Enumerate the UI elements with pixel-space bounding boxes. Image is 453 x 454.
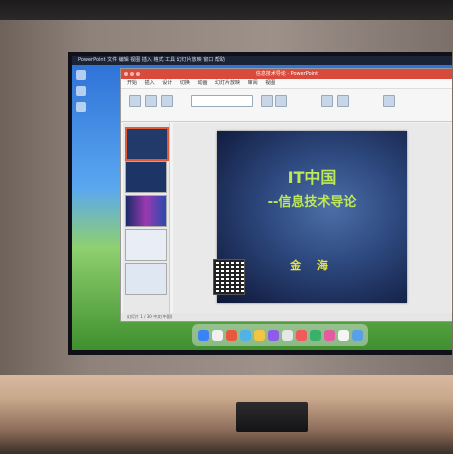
tab-slideshow[interactable]: 幻灯片放映 <box>215 80 240 86</box>
dock <box>192 324 368 346</box>
system-menubar: PowerPoint 文件 编辑 视图 插入 格式 工具 幻灯片放映 窗口 帮助 <box>72 56 452 65</box>
italic-icon[interactable] <box>275 95 287 107</box>
thumbnail-slide-4[interactable] <box>125 229 167 261</box>
powerpoint-window: 信息技术导论 · PowerPoint 开始 插入 设计 切换 动画 幻灯片放映… <box>120 68 452 322</box>
layout-icon[interactable] <box>161 95 173 107</box>
desktop: PowerPoint 文件 编辑 视图 插入 格式 工具 幻灯片放映 窗口 帮助… <box>72 56 452 350</box>
desktop-folder-icon[interactable] <box>76 70 86 80</box>
slide-editor: IT中国 --信息技术导论 金 海 <box>173 123 451 313</box>
window-title: 信息技术导论 · PowerPoint <box>255 71 319 77</box>
status-bar: 幻灯片 1 / 30 中文(中国) <box>121 313 452 321</box>
dock-app-icon[interactable] <box>309 329 321 341</box>
tab-insert[interactable]: 插入 <box>145 80 155 86</box>
tab-review[interactable]: 审阅 <box>248 80 258 86</box>
window-titlebar: 信息技术导论 · PowerPoint <box>121 69 452 79</box>
dock-app-icon[interactable] <box>211 329 223 341</box>
podium <box>236 402 308 432</box>
dock-app-icon[interactable] <box>253 329 265 341</box>
desktop-folder-icon[interactable] <box>76 102 86 112</box>
dock-app-icon[interactable] <box>337 329 349 341</box>
qr-code <box>213 259 245 295</box>
dock-app-icon[interactable] <box>225 329 237 341</box>
dock-app-icon[interactable] <box>281 329 293 341</box>
dock-app-icon[interactable] <box>267 329 279 341</box>
minimize-icon[interactable] <box>130 72 134 76</box>
dock-app-icon[interactable] <box>323 329 335 341</box>
maximize-icon[interactable] <box>136 72 140 76</box>
thumbnail-slide-3[interactable] <box>125 195 167 227</box>
arrange-icon[interactable] <box>337 95 349 107</box>
close-icon[interactable] <box>124 72 128 76</box>
desktop-folder-icon[interactable] <box>76 86 86 96</box>
tab-animations[interactable]: 动画 <box>197 80 207 86</box>
thumbnail-slide-1[interactable] <box>125 127 169 161</box>
slide-thumbnails <box>123 123 170 313</box>
bold-icon[interactable] <box>261 95 273 107</box>
dock-app-icon[interactable] <box>239 329 251 341</box>
designer-icon[interactable] <box>383 95 395 107</box>
tab-home[interactable]: 开始 <box>127 80 137 86</box>
current-slide[interactable]: IT中国 --信息技术导论 金 海 <box>213 131 407 303</box>
slide-subtitle[interactable]: --信息技术导论 <box>217 191 407 210</box>
slide-title[interactable]: IT中国 <box>217 164 407 188</box>
thumbnail-slide-2[interactable] <box>125 161 167 193</box>
paste-icon[interactable] <box>129 95 141 107</box>
dock-app-icon[interactable] <box>197 329 209 341</box>
thumbnail-slide-5[interactable] <box>125 263 167 295</box>
window-controls <box>124 72 140 76</box>
desktop-icons <box>76 70 86 118</box>
stage-floor <box>0 375 453 454</box>
font-select[interactable] <box>191 95 253 107</box>
new-slide-icon[interactable] <box>145 95 157 107</box>
tab-view[interactable]: 视图 <box>265 80 275 86</box>
slide-author[interactable]: 金 海 <box>217 257 407 273</box>
tab-design[interactable]: 设计 <box>162 80 172 86</box>
dock-app-icon[interactable] <box>351 329 363 341</box>
shapes-icon[interactable] <box>321 95 333 107</box>
ribbon-tabs: 开始 插入 设计 切换 动画 幻灯片放映 审阅 视图 <box>121 79 452 89</box>
tab-transitions[interactable]: 切换 <box>180 80 190 86</box>
dock-app-icon[interactable] <box>295 329 307 341</box>
ribbon-toolbar <box>121 89 452 122</box>
